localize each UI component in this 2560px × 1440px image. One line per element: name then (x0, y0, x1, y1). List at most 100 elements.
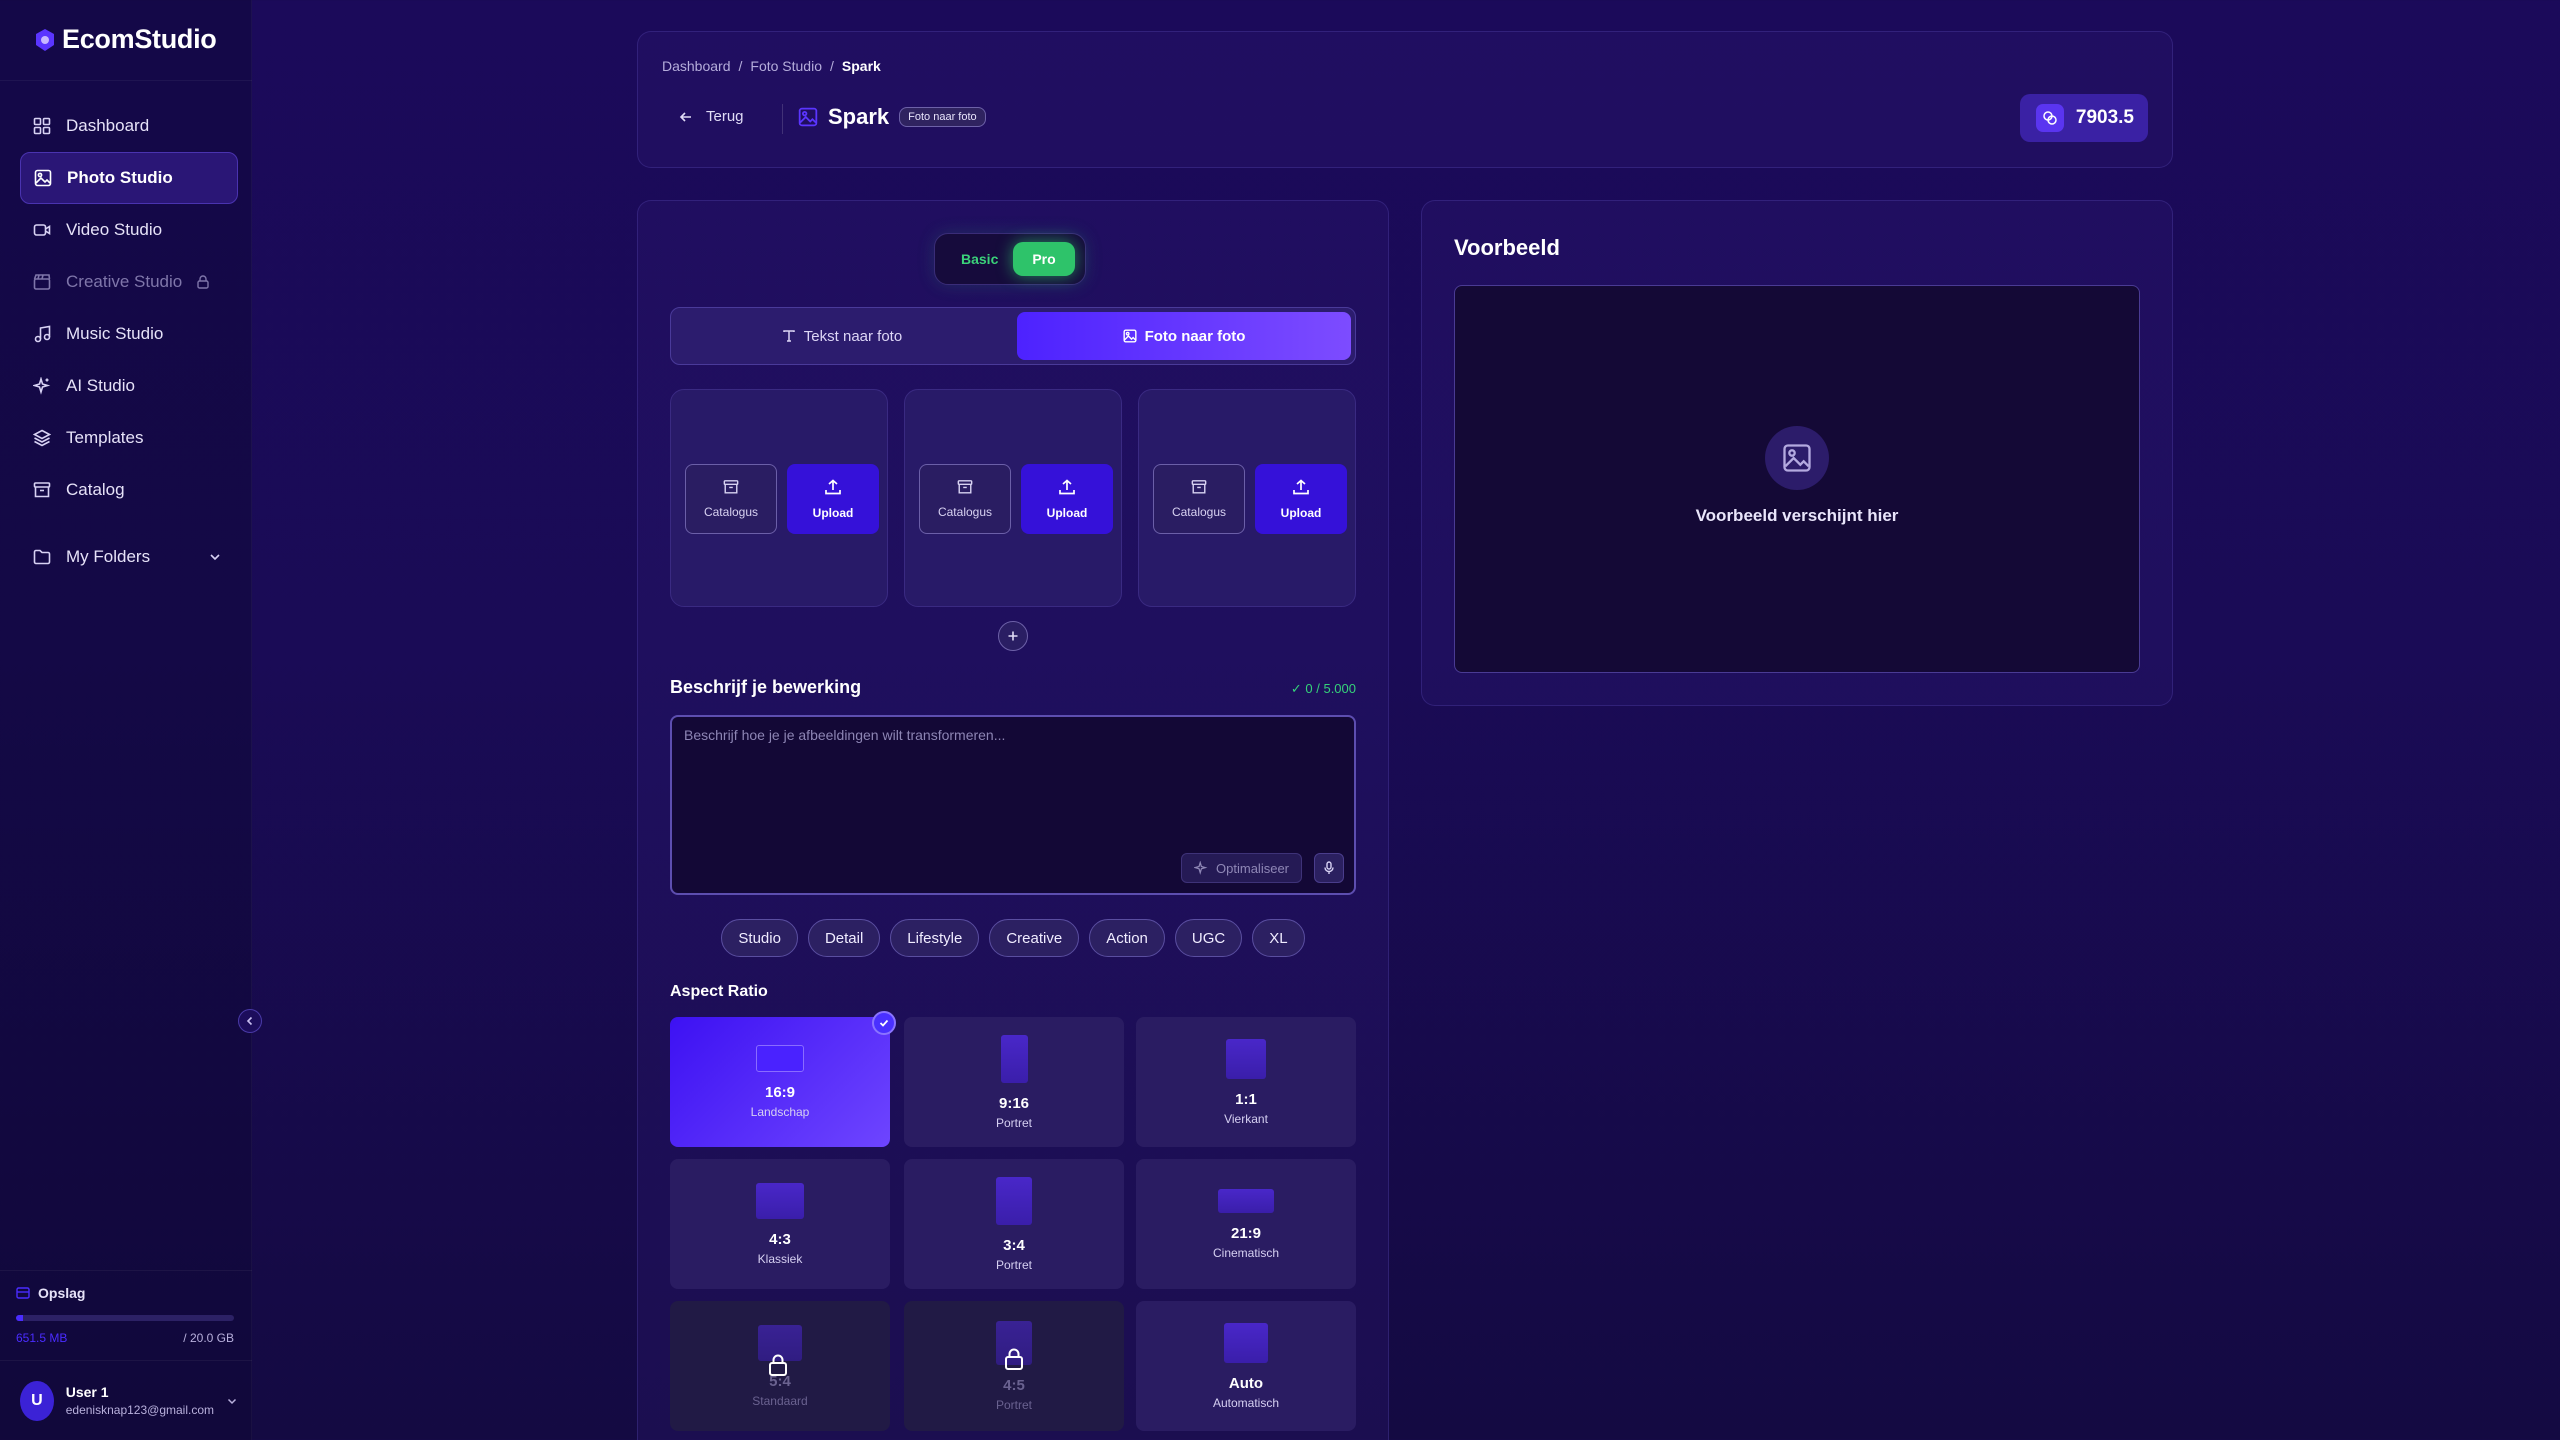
sidebar-item-video-studio[interactable]: Video Studio (20, 204, 238, 256)
lock-icon (196, 275, 210, 289)
breadcrumb-foto-studio[interactable]: Foto Studio (750, 58, 822, 74)
upload-button[interactable]: Upload (1021, 464, 1113, 534)
add-slot-button[interactable] (998, 621, 1028, 651)
sidebar-item-music-studio[interactable]: Music Studio (20, 308, 238, 360)
chip-xl[interactable]: XL (1252, 919, 1305, 957)
sidebar-divider (0, 80, 252, 81)
optimize-label: Optimaliseer (1216, 860, 1289, 876)
image-placeholder-icon (1765, 426, 1829, 490)
image-slot-1: Catalogus Upload (670, 389, 888, 607)
prompt-box: Optimaliseer (670, 715, 1356, 895)
sidebar-item-label: My Folders (66, 547, 151, 566)
ratio-value: 4:3 (769, 1230, 791, 1248)
ratio-shape (756, 1182, 804, 1219)
back-button[interactable]: Terug (678, 108, 744, 125)
chip-detail[interactable]: Detail (807, 919, 881, 957)
upload-label: Upload (1280, 506, 1322, 520)
sidebar-item-dashboard[interactable]: Dashboard (20, 100, 238, 152)
storage-widget: Opslag 651.5 MB / 20.0 GB (0, 1270, 252, 1360)
ratio-shape (756, 1045, 804, 1072)
catalog-label: Catalogus (703, 505, 759, 519)
tab-foto-naar-foto[interactable]: Foto naar foto (1017, 312, 1351, 360)
layers-icon (32, 428, 52, 448)
ratio-label: Automatisch (1212, 1395, 1280, 1410)
toggle-pro[interactable]: Pro (1013, 242, 1075, 276)
coins-icon (2035, 104, 2064, 132)
aspect-ratio-title: Aspect Ratio (670, 983, 768, 1000)
chip-creative[interactable]: Creative (989, 919, 1080, 957)
music-icon (32, 324, 52, 344)
ratio-option-auto[interactable]: Auto Automatisch (1136, 1301, 1356, 1431)
plus-icon (1007, 630, 1019, 642)
sidebar-item-creative-studio[interactable]: Creative Studio (20, 256, 238, 308)
sidebar-item-label: Catalog (66, 480, 125, 499)
char-count: ✓ 0 / 5.000 (1290, 681, 1356, 696)
collapse-sidebar-button[interactable] (238, 1009, 262, 1033)
ratio-option-16-9[interactable]: 16:9 Landschap (670, 1011, 896, 1147)
chevron-down-icon (208, 550, 222, 564)
ratio-option-1-1[interactable]: 1:1 Vierkant (1136, 1017, 1356, 1147)
ratio-value: 21:9 (1230, 1224, 1262, 1242)
chevron-down-icon (226, 1395, 238, 1407)
ratio-option-5-4[interactable]: 5:4 Standaard (670, 1301, 890, 1431)
chip-studio[interactable]: Studio (721, 919, 798, 957)
breadcrumb: Dashboard / Foto Studio / Spark (662, 58, 881, 74)
credits-balance[interactable]: 7903.5 (2019, 94, 2148, 142)
ratio-option-4-3[interactable]: 4:3 Klassiek (670, 1159, 890, 1289)
mode-tabs: Tekst naar foto Foto naar foto (670, 307, 1356, 365)
ratio-option-4-5[interactable]: 4:5 Portret (904, 1301, 1124, 1431)
storage-total: / 20.0 GB (183, 1331, 234, 1345)
ratio-option-3-4[interactable]: 3:4 Portret (904, 1159, 1124, 1289)
chevron-left-icon (244, 1015, 256, 1027)
app-name: EcomStudio (62, 24, 217, 54)
catalog-button[interactable]: Catalogus (685, 464, 777, 534)
breadcrumb-dashboard[interactable]: Dashboard (662, 58, 731, 74)
preview-title: Voorbeeld (1454, 235, 1560, 260)
upload-label: Upload (1046, 506, 1088, 520)
sidebar-item-catalog[interactable]: Catalog (20, 464, 238, 516)
toggle-basic[interactable]: Basic (961, 251, 998, 267)
optimize-button[interactable]: Optimaliseer (1181, 853, 1302, 883)
tab-tekst-naar-foto[interactable]: Tekst naar foto (675, 312, 1009, 360)
catalog-button[interactable]: Catalogus (1153, 464, 1245, 534)
image-icon (798, 107, 818, 127)
prompt-input[interactable] (684, 727, 1344, 837)
ratio-option-21-9[interactable]: 21:9 Cinematisch (1136, 1159, 1356, 1289)
header-divider (782, 104, 783, 134)
tier-toggle[interactable]: Basic Pro (934, 233, 1086, 285)
chip-ugc[interactable]: UGC (1174, 919, 1243, 957)
catalog-button[interactable]: Catalogus (919, 464, 1011, 534)
chip-lifestyle[interactable]: Lifestyle (890, 919, 980, 957)
sidebar-item-my-folders[interactable]: My Folders (20, 531, 222, 583)
image-slot-3: Catalogus Upload (1138, 389, 1356, 607)
archive-icon (723, 479, 739, 495)
ratio-option-9-16[interactable]: 9:16 Portret (904, 1017, 1124, 1147)
app-logo[interactable]: EcomStudio (34, 24, 217, 55)
storage-used: 651.5 MB (16, 1331, 68, 1345)
describe-title: Beschrijf je bewerking (670, 677, 862, 697)
user-email: edenisknap123@gmail.com (65, 1403, 214, 1417)
sidebar-item-photo-studio[interactable]: Photo Studio (20, 152, 238, 204)
sidebar-item-label: Templates (66, 428, 144, 447)
archive-icon (1191, 479, 1207, 495)
ratio-label: Portret (995, 1115, 1032, 1130)
sidebar-item-templates[interactable]: Templates (20, 412, 238, 464)
sparkles-icon (1194, 861, 1208, 875)
sidebar-item-ai-studio[interactable]: AI Studio (20, 360, 238, 412)
upload-button[interactable]: Upload (787, 464, 879, 534)
ratio-label: Portret (995, 1257, 1032, 1272)
user-menu[interactable]: U User 1 edenisknap123@gmail.com (0, 1360, 252, 1440)
image-slot-2: Catalogus Upload (904, 389, 1122, 607)
image-icon (1123, 329, 1137, 343)
page-title: Spark (828, 104, 890, 129)
ratio-value: 16:9 (764, 1084, 796, 1101)
upload-button[interactable]: Upload (1255, 464, 1347, 534)
ratio-shape (1224, 1322, 1268, 1363)
preview-area: Voorbeeld verschijnt hier (1454, 285, 2140, 673)
ratio-label: Standaard (752, 1393, 808, 1408)
logo-icon (34, 28, 56, 52)
chip-action[interactable]: Action (1089, 919, 1165, 957)
microphone-button[interactable] (1314, 853, 1344, 883)
ratio-label: Landschap (750, 1105, 810, 1119)
catalog-label: Catalogus (937, 505, 993, 519)
